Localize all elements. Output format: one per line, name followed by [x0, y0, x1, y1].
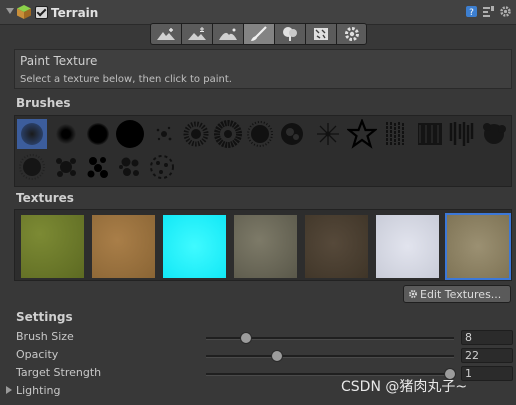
tool-place-trees[interactable] [274, 23, 305, 45]
brush-shape [418, 123, 442, 145]
snow-texture[interactable] [376, 215, 439, 278]
terrain-component-icon [17, 5, 31, 19]
cyan-texture[interactable] [163, 215, 226, 278]
brush-item[interactable] [149, 119, 179, 149]
brush-size-label: Brush Size [16, 330, 74, 343]
texture-palette [14, 209, 512, 281]
component-header: Terrain ? [0, 0, 516, 25]
raise-lower-terrain-icon [157, 28, 175, 40]
brush-item[interactable] [51, 119, 81, 149]
brush-size-slider-thumb[interactable] [240, 332, 252, 344]
target-strength-field[interactable]: 1 [461, 366, 513, 381]
brush-shape [150, 155, 174, 179]
brush-item[interactable] [83, 152, 113, 182]
tool-smooth-height[interactable] [212, 23, 243, 45]
lighting-foldout-arrow-icon[interactable] [6, 386, 12, 394]
brush-item[interactable] [381, 119, 411, 149]
watermark: CSDN @猪肉丸子~ [341, 379, 468, 395]
brush-shape [449, 122, 474, 146]
brush-palette [14, 115, 512, 187]
brush-item[interactable] [415, 119, 445, 149]
grass-texture[interactable] [21, 215, 84, 278]
tool-paint-texture[interactable] [243, 23, 274, 45]
presets-icon[interactable] [482, 5, 495, 18]
brush-shape [56, 158, 76, 177]
brush-item[interactable] [115, 152, 145, 182]
brush-shape [317, 123, 339, 145]
brush-size-field[interactable]: 8 [461, 330, 513, 345]
brush-shape [156, 126, 172, 141]
rock-moss-texture[interactable] [234, 215, 297, 278]
place-trees-icon [283, 27, 297, 41]
lighting-foldout-label[interactable]: Lighting [16, 384, 60, 397]
star-brush-icon [345, 117, 379, 149]
brush-size-slider[interactable] [206, 332, 454, 344]
tool-paint-details[interactable] [305, 23, 336, 45]
paint-details-icon [314, 28, 328, 40]
brush-item[interactable] [17, 152, 47, 182]
brush-item[interactable] [51, 152, 81, 182]
opacity-slider-thumb[interactable] [271, 350, 283, 362]
edit-textures-label: Edit Textures... [420, 288, 502, 301]
brush-item[interactable] [345, 117, 379, 149]
foldout-arrow-icon[interactable] [6, 8, 14, 14]
brush-item[interactable] [479, 119, 509, 149]
smooth-height-icon [219, 28, 237, 40]
edit-textures-button[interactable]: Edit Textures... [403, 285, 511, 303]
gravel-texture[interactable] [445, 213, 511, 280]
settings-icon[interactable] [499, 5, 512, 18]
brush-shape [214, 120, 242, 148]
svg-text:?: ? [469, 8, 474, 18]
brush-shape [119, 157, 139, 176]
brush-item[interactable] [213, 119, 243, 149]
brush-item[interactable] [115, 119, 145, 149]
tool-title: Paint Texture [20, 54, 98, 68]
brush-shape [19, 154, 45, 180]
brush-shape [183, 121, 209, 147]
tool-paint-height[interactable] [181, 23, 212, 45]
tool-terrain-settings[interactable] [336, 23, 367, 45]
brush-item[interactable] [83, 119, 113, 149]
opacity-slider[interactable] [206, 350, 454, 362]
brush-shape [281, 123, 303, 145]
settings-heading: Settings [16, 310, 73, 324]
gear-icon [409, 290, 417, 298]
brush-shape [483, 123, 506, 144]
brush-item[interactable] [245, 119, 275, 149]
tool-raise-lower[interactable] [150, 23, 181, 45]
brush-item[interactable] [147, 152, 177, 182]
brush-shape [247, 121, 273, 147]
brush-shape [386, 122, 404, 146]
help-icon[interactable]: ? [465, 5, 478, 18]
component-title: Terrain [51, 6, 99, 20]
tool-info-box: Paint Texture Select a texture below, th… [14, 49, 512, 89]
opacity-label: Opacity [16, 348, 59, 361]
brush-shape [87, 157, 108, 178]
brush-item[interactable] [181, 119, 211, 149]
brushes-heading: Brushes [16, 96, 71, 110]
terrain-inspector: Terrain ? Paint Texture Select a texture… [0, 0, 516, 405]
target-strength-label: Target Strength [16, 366, 102, 379]
terrain-tool-bar [150, 23, 367, 45]
brush-item[interactable] [277, 119, 307, 149]
opacity-field[interactable]: 22 [461, 348, 513, 363]
brush-item[interactable] [313, 119, 343, 149]
brush-item[interactable] [447, 119, 477, 149]
tool-description: Select a texture below, then click to pa… [20, 74, 232, 85]
paint-texture-icon [251, 26, 267, 41]
terrain-settings-icon [344, 27, 359, 41]
paint-height-icon [188, 27, 206, 40]
enabled-checkbox[interactable] [35, 6, 48, 19]
dirt-texture[interactable] [92, 215, 155, 278]
textures-heading: Textures [16, 191, 74, 205]
dark-soil-texture[interactable] [305, 215, 368, 278]
brush-item[interactable] [17, 119, 47, 149]
